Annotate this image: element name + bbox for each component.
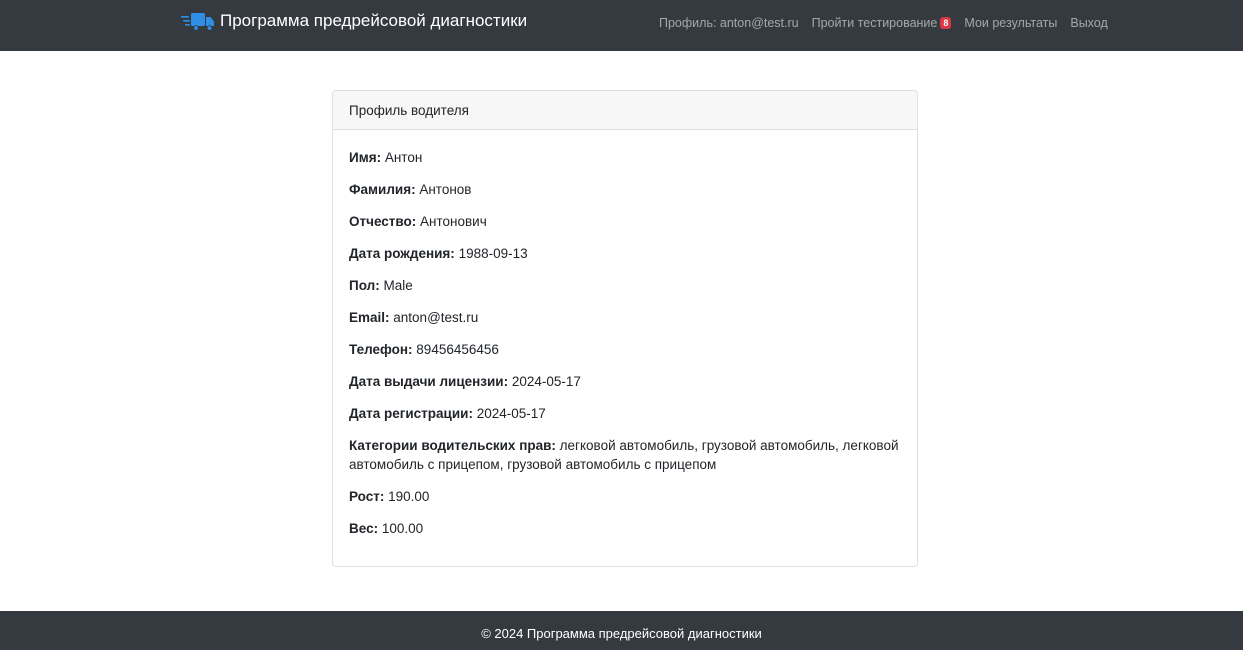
field-label: Имя: xyxy=(349,150,382,165)
notification-badge: 8 xyxy=(940,17,952,29)
footer-copyright: © 2024 Программа предрейсовой диагностик… xyxy=(481,626,762,641)
field-value: Male xyxy=(383,278,413,293)
field-label: Пол: xyxy=(349,278,380,293)
field-value: 190.00 xyxy=(388,489,430,504)
field-license-date: Дата выдачи лицензии: 2024-05-17 xyxy=(349,372,901,391)
field-label: Отчество: xyxy=(349,214,417,229)
field-value: anton@test.ru xyxy=(393,310,479,325)
nav-profile-link[interactable]: Профиль: anton@test.ru xyxy=(659,15,799,31)
footer: © 2024 Программа предрейсовой диагностик… xyxy=(0,611,1243,650)
field-first-name: Имя: Антон xyxy=(349,148,901,167)
brand-title: Программа предрейсовой диагностики xyxy=(220,11,528,30)
field-registration-date: Дата регистрации: 2024-05-17 xyxy=(349,404,901,423)
card-title: Профиль водителя xyxy=(333,91,917,130)
nav-testing-link[interactable]: Пройти тестирование 8 xyxy=(812,15,952,31)
field-label: Вес: xyxy=(349,521,379,536)
field-label: Дата выдачи лицензии: xyxy=(349,374,509,389)
field-weight: Вес: 100.00 xyxy=(349,519,901,538)
field-birth-date: Дата рождения: 1988-09-13 xyxy=(349,244,901,263)
field-label: Фамилия: xyxy=(349,182,416,197)
field-value: 1988-09-13 xyxy=(458,246,528,261)
field-value: 89456456456 xyxy=(416,342,499,357)
nav-logout-link[interactable]: Выход xyxy=(1070,15,1107,31)
field-license-categories: Категории водительских прав: легковой ав… xyxy=(349,436,901,474)
field-label: Email: xyxy=(349,310,390,325)
field-value: Антонов xyxy=(419,182,472,197)
field-label: Рост: xyxy=(349,489,385,504)
field-label: Категории водительских прав: xyxy=(349,438,556,453)
field-last-name: Фамилия: Антонов xyxy=(349,180,901,199)
field-email: Email: anton@test.ru xyxy=(349,308,901,327)
field-gender: Пол: Male xyxy=(349,276,901,295)
field-label: Дата рождения: xyxy=(349,246,455,261)
profile-card: Профиль водителя Имя: Антон Фамилия: Ант… xyxy=(332,90,918,567)
nav-links: Профиль: anton@test.ru Пройти тестирован… xyxy=(659,15,1108,31)
navbar: Программа предрейсовой диагностики Профи… xyxy=(0,0,1243,51)
nav-results-link[interactable]: Мои результаты xyxy=(964,15,1057,31)
field-value: Антон xyxy=(384,150,423,165)
field-phone: Телефон: 89456456456 xyxy=(349,340,901,359)
field-height: Рост: 190.00 xyxy=(349,487,901,506)
field-value: 100.00 xyxy=(381,521,424,536)
truck-icon xyxy=(181,10,215,32)
field-value: 2024-05-17 xyxy=(511,374,581,389)
field-label: Телефон: xyxy=(349,342,413,357)
field-label: Дата регистрации: xyxy=(349,406,473,421)
nav-testing-label: Пройти тестирование xyxy=(811,16,938,30)
field-patronymic: Отчество: Антонович xyxy=(349,212,901,231)
field-value: 2024-05-17 xyxy=(476,406,546,421)
card-body: Имя: Антон Фамилия: Антонов Отчество: Ан… xyxy=(333,130,917,538)
field-value: Антонович xyxy=(420,214,487,229)
brand-link[interactable]: Программа предрейсовой диагностики xyxy=(181,10,527,32)
